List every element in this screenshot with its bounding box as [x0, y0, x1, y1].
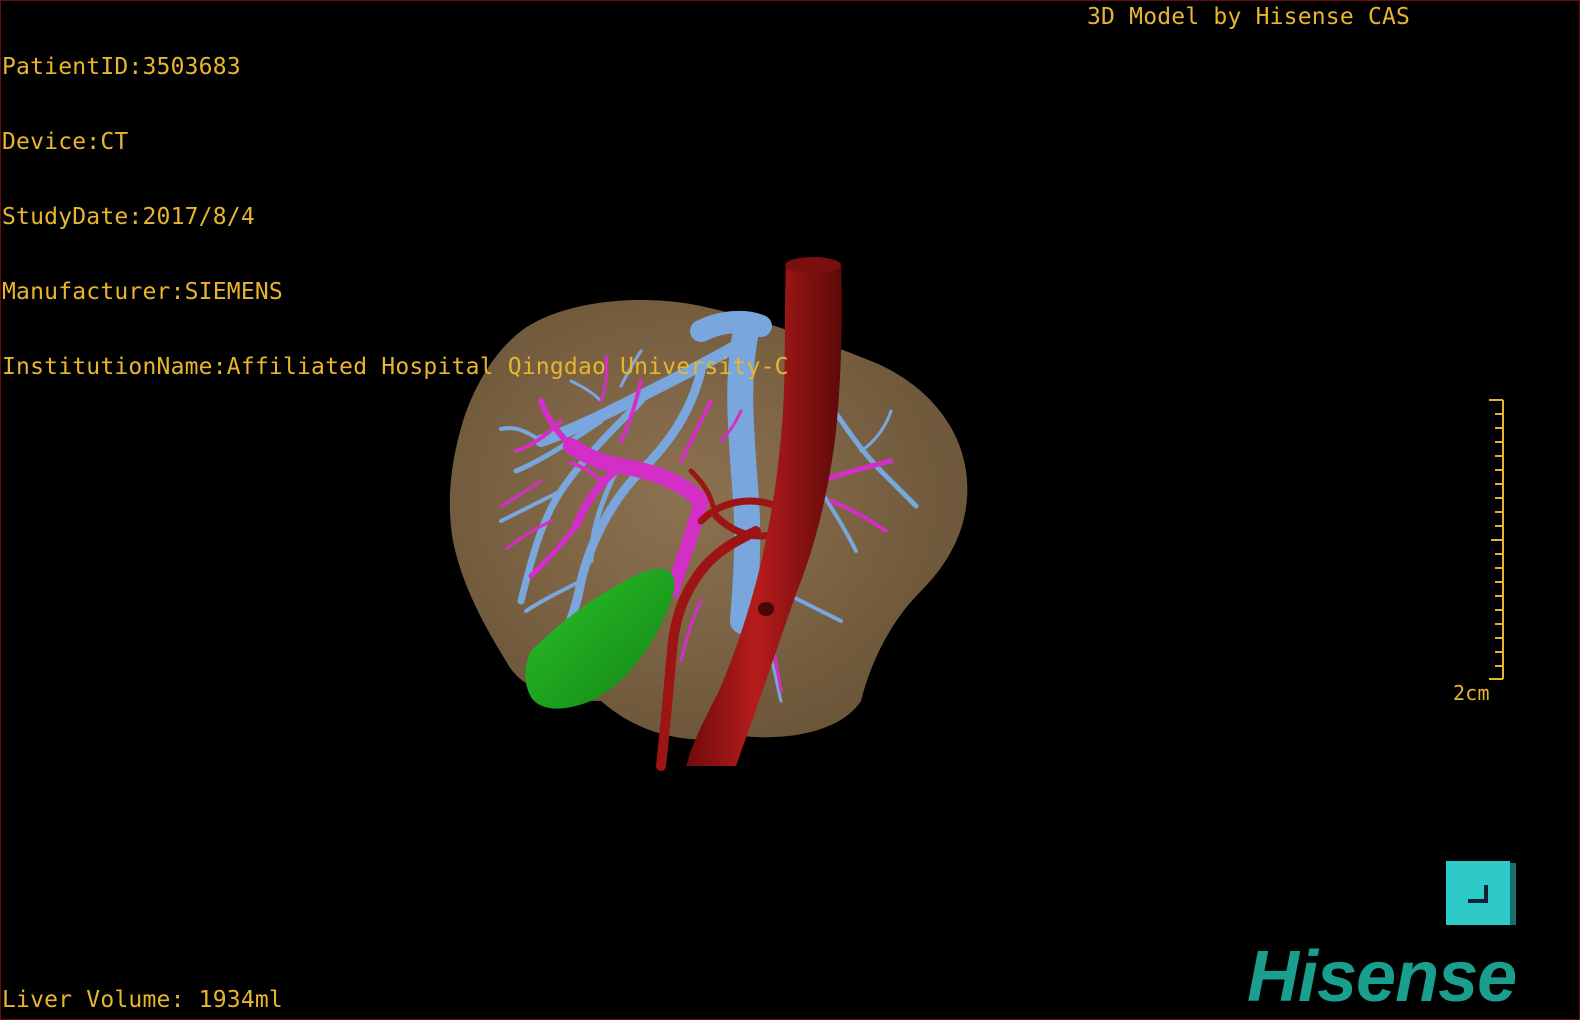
liver-volume-readout: Liver Volume: 1934ml	[2, 987, 283, 1013]
manufacturer-line: Manufacturer:SIEMENS	[2, 279, 283, 305]
patient-id-line: PatientID:3503683	[2, 54, 241, 80]
institution-line: InstitutionName:Affiliated Hospital Qing…	[2, 354, 789, 380]
patient-info-overlay: PatientID:3503683 Device:CT StudyDate:20…	[2, 5, 789, 430]
vessel-opening	[785, 257, 841, 273]
study-date-value: 2017/8/4	[142, 204, 255, 230]
corner-reset-icon	[1468, 885, 1488, 903]
model-credit: 3D Model by Hisense CAS	[1087, 4, 1411, 30]
scale-bar-label: 2cm	[1453, 681, 1490, 705]
manufacturer-value: SIEMENS	[184, 279, 283, 305]
hisense-logo: Hisense	[1247, 937, 1517, 1017]
liver-volume-value: 1934ml	[198, 987, 283, 1013]
scale-bar	[1489, 399, 1504, 680]
patient-id-value: 3503683	[142, 54, 241, 80]
device-value: CT	[100, 129, 129, 155]
study-date-line: StudyDate:2017/8/4	[2, 204, 255, 230]
reset-view-button[interactable]	[1446, 861, 1516, 925]
device-line: Device:CT	[2, 129, 129, 155]
3d-viewport[interactable]: PatientID:3503683 Device:CT StudyDate:20…	[0, 0, 1580, 1020]
institution-value: Affiliated Hospital Qingdao University-C	[226, 354, 789, 380]
